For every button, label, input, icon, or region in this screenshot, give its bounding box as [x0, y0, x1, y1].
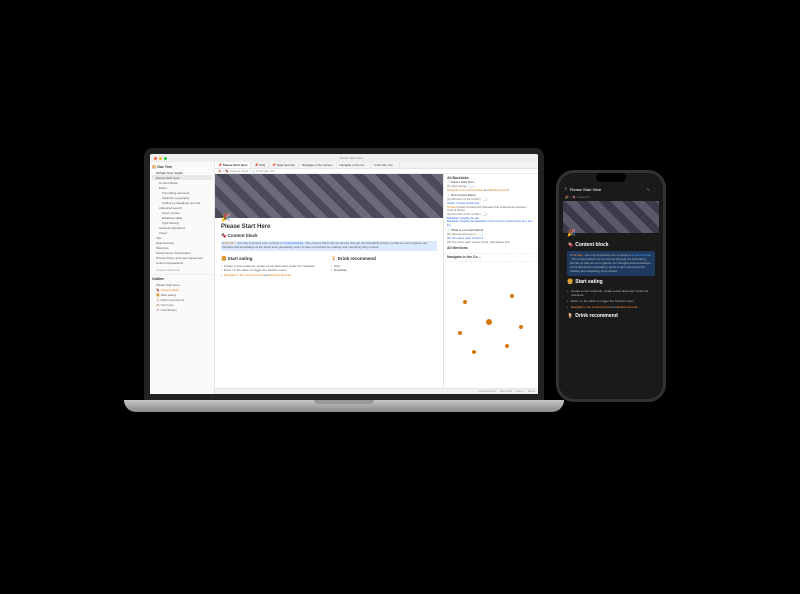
para-intro[interactable]: In SiYuan , the only important core conc…	[221, 241, 437, 251]
sidebar: 📔 Doc Tree SiYuan User Guide Please Star…	[150, 162, 215, 394]
graph-node[interactable]	[505, 344, 509, 348]
graph-node[interactable]	[458, 331, 462, 335]
app-window: Please Start Here 📔 Doc Tree SiYuan User…	[150, 154, 538, 394]
edit-icon[interactable]: ✎	[647, 187, 650, 192]
maximize-dot[interactable]	[164, 157, 167, 160]
backlinks-section: All Backlinks 📄 Please Start Here (by St…	[444, 174, 538, 254]
back-icon[interactable]: ‹	[565, 186, 567, 192]
ph-section-drink[interactable]: 🍹 Drink recommend	[567, 313, 655, 319]
statusbar: Characters 640 Words 158 Links 6 Size B	[215, 388, 538, 394]
ol-5[interactable]: 💌 Contribution	[152, 307, 212, 312]
burger-icon: 🍔	[567, 279, 573, 285]
sb-item-closed[interactable]: Closed notebooks	[152, 267, 212, 272]
right-panel: All Backlinks 📄 Please Start Here (by St…	[443, 174, 538, 388]
graph-node[interactable]	[519, 325, 523, 329]
graph-tab[interactable]: Navigate in the Co…	[447, 255, 535, 259]
stat-links: Links 6	[516, 390, 524, 393]
minimize-dot[interactable]	[159, 157, 162, 160]
phone-notch	[596, 172, 626, 182]
ph-section-start-eating[interactable]: 🍔 Start eating	[567, 279, 655, 285]
doc-emoji-icon[interactable]: 🎉	[221, 213, 231, 222]
tab-data-security[interactable]: 📌Data Security	[269, 162, 299, 168]
bullet-nav-link[interactable]: Navigate in the content block and Window…	[221, 273, 327, 277]
sb-item-privacy[interactable]: Privacy Policy and User Agreement	[152, 255, 212, 260]
window-title: Please Start Here	[169, 156, 534, 160]
graph-view[interactable]	[444, 262, 538, 388]
drink-icon: 🍹	[567, 313, 573, 319]
laptop-screen: Please Start Here 📔 Doc Tree SiYuan User…	[144, 148, 544, 400]
tab-please-start[interactable]: 📌Please Start Here	[215, 162, 251, 168]
laptop-base	[124, 400, 564, 412]
outline-header[interactable]: Outline	[152, 274, 212, 282]
chocolate-icon: 🍫	[567, 242, 573, 248]
phone-header: ‹ Please Start Here ✎ ⋮	[559, 186, 663, 195]
tab-faq[interactable]: 📌FAQ	[251, 162, 269, 168]
doc-cover: 🎉	[215, 174, 443, 218]
doc-title[interactable]: Please Start Here	[221, 224, 437, 230]
tab-siyuan[interactable]: in SiYuan, the…	[371, 162, 400, 168]
more-icon[interactable]: ⋮	[653, 187, 657, 192]
phone-doc-title: Please Start Here	[570, 187, 602, 192]
laptop-notch	[314, 400, 374, 404]
burger-icon: 🍔	[221, 256, 227, 262]
tabs: 📌Please Start Here 📌FAQ 📌Data Security N…	[215, 162, 538, 169]
bullet-enter-slash[interactable]: Enter / in the editor to trigger the fun…	[221, 268, 327, 272]
section-start-eating[interactable]: 🍔 Start eating	[221, 256, 327, 262]
bullet-faq[interactable]: FAQ	[331, 264, 437, 268]
col-drink: 🍹 Drink recommend FAQ RoadMap	[331, 254, 437, 278]
graph-node[interactable]	[463, 300, 467, 304]
document: 🎉 Please Start Here 🍫 Content block In	[215, 174, 443, 388]
laptop-mockup: Please Start Here 📔 Doc Tree SiYuan User…	[144, 148, 544, 418]
bullet-create-nb[interactable]: Create a new notebook, create a new docu…	[221, 264, 327, 268]
phone-emoji-icon[interactable]: 🎉	[567, 229, 576, 237]
phone-mockup: 19:19 ▮ ‹ Please Start Here ✎ ⋮ 🎉 > 🍫 Co…	[556, 170, 666, 402]
drink-icon: 🍹	[331, 256, 337, 262]
ph-para-intro[interactable]: In SiYuan , the only important core conc…	[567, 251, 655, 276]
titlebar: Please Start Here	[150, 154, 538, 162]
stat-chars: Characters 640	[479, 390, 496, 393]
stat-size: Size B	[528, 390, 535, 393]
close-dot[interactable]	[154, 157, 157, 160]
bullet-roadmap[interactable]: RoadMap	[331, 268, 437, 272]
mentions-header[interactable]: All Mentions	[447, 246, 535, 250]
stat-words: Words 158	[500, 390, 512, 393]
sb-item-appearance[interactable]: Custom Appearance	[152, 260, 212, 265]
graph-node[interactable]	[472, 350, 476, 354]
ph-section-content-block[interactable]: 🍫 Content block	[567, 242, 655, 248]
section-content-block[interactable]: 🍫 Content block	[221, 233, 437, 239]
chocolate-icon: 🍫	[221, 233, 227, 239]
main-area: 📌Please Start Here 📌FAQ 📌Data Security N…	[215, 162, 538, 394]
tab-nav1[interactable]: Navigate in the Conten	[299, 162, 337, 168]
section-drink[interactable]: 🍹 Drink recommend	[331, 256, 437, 262]
ph-bullet-nav[interactable]: Navigate in the content block and Window…	[567, 304, 655, 310]
graph-node-center[interactable]	[486, 319, 492, 325]
graph-node[interactable]	[510, 294, 514, 298]
col-start-eating: 🍔 Start eating Create a new notebook, cr…	[221, 254, 327, 278]
ph-bullet-create[interactable]: Create a new notebook, create a new docu…	[567, 288, 655, 298]
tab-nav2[interactable]: Navigate in the Co…	[337, 162, 372, 168]
phone-cover: 🎉	[563, 201, 659, 233]
